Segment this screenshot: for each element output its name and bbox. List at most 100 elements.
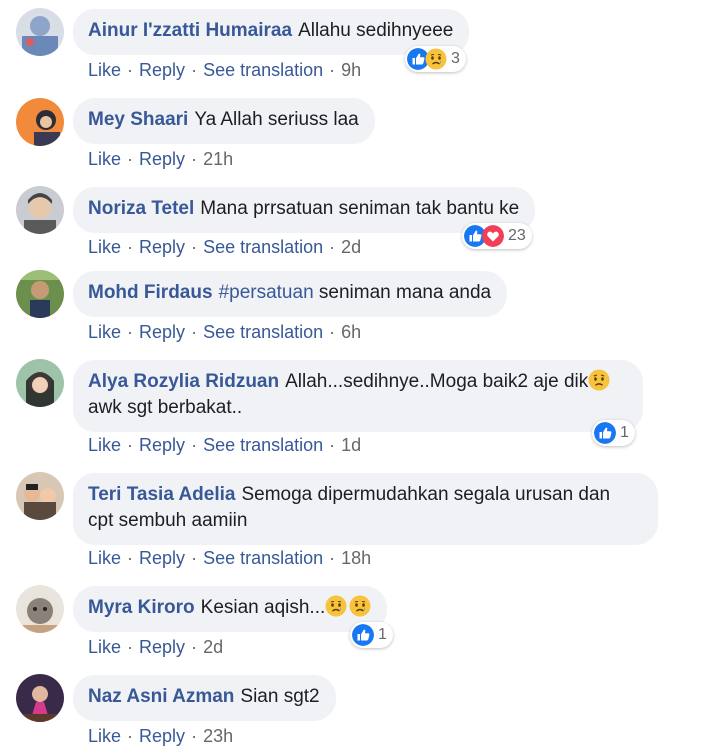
sad-emoji-icon — [349, 595, 371, 617]
reaction-summary[interactable]: 1 — [350, 622, 393, 648]
comment-actions: Like · Reply · See translation · 2d — [88, 237, 361, 258]
comment-bubble: Teri Tasia Adelia Semoga dipermudahkan se… — [73, 473, 658, 545]
comment-time[interactable]: 21h — [203, 149, 233, 169]
sad-icon — [425, 48, 447, 70]
comment-bubble: Mey Shaari Ya Allah seriuss laa — [73, 98, 375, 144]
separator: · — [329, 237, 336, 257]
separator: · — [127, 637, 134, 657]
comment-time[interactable]: 9h — [341, 60, 361, 80]
reply-link[interactable]: Reply — [139, 60, 185, 80]
like-link[interactable]: Like — [88, 637, 121, 657]
comment-text: Allah...sedihnye..Moga baik2 aje dik — [285, 371, 589, 392]
separator: · — [127, 435, 134, 455]
comment-author[interactable]: Mohd Firdaus — [88, 282, 213, 303]
comment-time[interactable]: 2d — [341, 237, 361, 257]
reply-link[interactable]: Reply — [139, 149, 185, 169]
comment-author[interactable]: Noriza Tetel — [88, 198, 194, 219]
reply-link[interactable]: Reply — [139, 237, 185, 257]
reaction-summary[interactable]: 1 — [592, 420, 635, 446]
comment-text: Allahu sedihnyeee — [298, 20, 454, 41]
separator: · — [329, 548, 336, 568]
comment-time[interactable]: 2d — [203, 637, 223, 657]
reaction-summary[interactable]: 23 — [462, 223, 532, 249]
comment-bubble: Mohd Firdaus #persatuan seniman mana anda — [73, 271, 508, 317]
like-link[interactable]: Like — [88, 548, 121, 568]
reply-link[interactable]: Reply — [139, 322, 185, 342]
hashtag-link[interactable]: #persatuan — [219, 282, 314, 303]
comment-author[interactable]: Alya Rozylia Ridzuan — [88, 371, 279, 392]
avatar[interactable] — [16, 585, 64, 633]
comment-actions: Like · Reply · 23h — [88, 726, 233, 747]
avatar[interactable] — [16, 359, 64, 407]
comment-actions: Like · Reply · 2d — [88, 637, 223, 658]
comment-actions: Like · Reply · See translation · 1d — [88, 435, 361, 456]
avatar[interactable] — [16, 8, 64, 56]
like-link[interactable]: Like — [88, 726, 121, 746]
separator: · — [127, 548, 134, 568]
like-icon — [594, 422, 616, 444]
avatar[interactable] — [16, 674, 64, 722]
reply-link[interactable]: Reply — [139, 637, 185, 657]
comment-text: Kesian aqish... — [200, 597, 326, 618]
worried-emoji-icon — [588, 369, 610, 391]
separator: · — [127, 60, 134, 80]
like-link[interactable]: Like — [88, 149, 121, 169]
comment-text: Sian sgt2 — [240, 686, 320, 707]
avatar[interactable] — [16, 186, 64, 234]
comment-time[interactable]: 6h — [341, 322, 361, 342]
like-link[interactable]: Like — [88, 237, 121, 257]
like-link[interactable]: Like — [88, 60, 121, 80]
separator: · — [191, 548, 198, 568]
like-icon — [352, 624, 374, 646]
reply-link[interactable]: Reply — [139, 435, 185, 455]
like-link[interactable]: Like — [88, 435, 121, 455]
avatar[interactable] — [16, 270, 64, 318]
see-translation-link[interactable]: See translation — [203, 60, 323, 80]
separator: · — [127, 726, 134, 746]
like-link[interactable]: Like — [88, 322, 121, 342]
reply-link[interactable]: Reply — [139, 548, 185, 568]
see-translation-link[interactable]: See translation — [203, 435, 323, 455]
separator: · — [191, 637, 198, 657]
comment-text: Semoga dipermudahkan segala urusan dan — [241, 484, 611, 505]
see-translation-link[interactable]: See translation — [203, 548, 323, 568]
reaction-count: 23 — [508, 227, 526, 244]
comment-text-line2: awk sgt berbakat.. — [88, 397, 243, 418]
see-translation-link[interactable]: See translation — [203, 237, 323, 257]
reaction-summary[interactable]: 3 — [405, 46, 466, 72]
separator: · — [191, 149, 198, 169]
comment-text-line2: cpt sembuh aamiin — [88, 510, 248, 531]
comment-time[interactable]: 23h — [203, 726, 233, 746]
comment-text: Ya Allah seriuss laa — [194, 109, 359, 130]
comment-text: seniman mana anda — [318, 282, 492, 303]
separator: · — [127, 237, 134, 257]
comment-actions: Like · Reply · See translation · 18h — [88, 548, 371, 569]
avatar[interactable] — [16, 472, 64, 520]
comment-actions: Like · Reply · See translation · 6h — [88, 322, 361, 343]
comment-author[interactable]: Teri Tasia Adelia — [88, 484, 235, 505]
comment-actions: Like · Reply · 21h — [88, 149, 233, 170]
comment-actions: Like · Reply · See translation · 9h — [88, 60, 361, 81]
comment-time[interactable]: 1d — [341, 435, 361, 455]
separator: · — [329, 60, 336, 80]
separator: · — [329, 435, 336, 455]
sad-emoji-icon — [325, 595, 347, 617]
separator: · — [191, 322, 198, 342]
see-translation-link[interactable]: See translation — [203, 322, 323, 342]
separator: · — [329, 322, 336, 342]
comment-author[interactable]: Naz Asni Azman — [88, 686, 234, 707]
avatar[interactable] — [16, 98, 64, 146]
comment-text: Mana prrsatuan seniman tak bantu ke — [200, 198, 520, 219]
separator: · — [191, 237, 198, 257]
comment-bubble: Naz Asni Azman Sian sgt2 — [73, 675, 336, 721]
reply-link[interactable]: Reply — [139, 726, 185, 746]
separator: · — [127, 149, 134, 169]
comment-time[interactable]: 18h — [341, 548, 371, 568]
comment-author[interactable]: Mey Shaari — [88, 109, 188, 130]
comment-author[interactable]: Myra Kiroro — [88, 597, 195, 618]
reaction-count: 1 — [378, 626, 387, 643]
reaction-count: 1 — [620, 424, 629, 441]
love-icon — [482, 225, 504, 247]
separator: · — [191, 60, 198, 80]
comment-author[interactable]: Ainur I'zzatti Humairaa — [88, 20, 292, 41]
